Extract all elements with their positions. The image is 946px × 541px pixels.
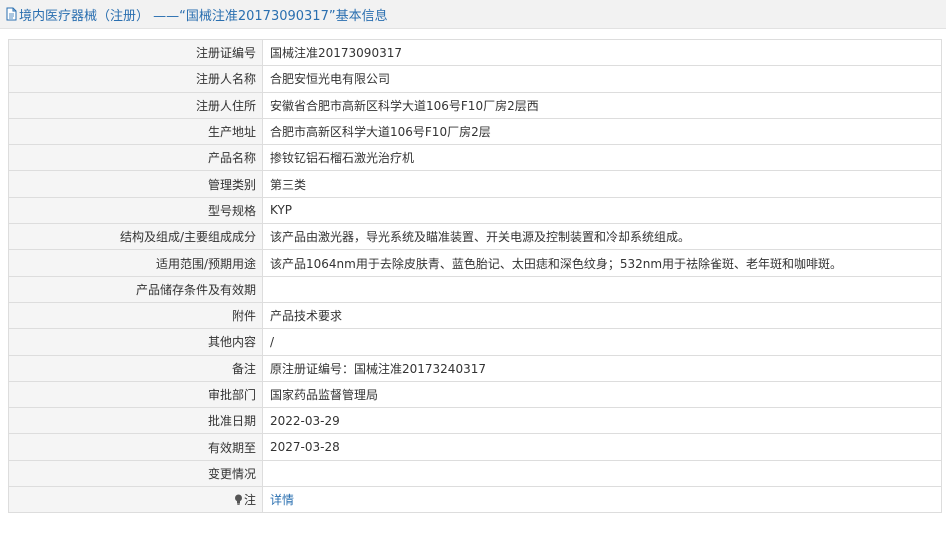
field-value: 合肥市高新区科学大道106号F10厂房2层 [262, 117, 942, 146]
field-label: 注册人名称 [8, 65, 263, 93]
field-label: 适用范围/预期用途 [8, 249, 263, 277]
field-label: 产品储存条件及有效期 [8, 275, 263, 303]
field-value: 安徽省合肥市高新区科学大道106号F10厂房2层西 [262, 91, 942, 119]
field-label: 有效期至 [8, 433, 263, 461]
table-row: 型号规格 KYP [8, 196, 942, 225]
field-label: 备注 [8, 354, 263, 382]
document-icon [6, 7, 17, 21]
table-row: 产品储存条件及有效期 [8, 275, 942, 303]
field-value: 原注册证编号：国械注准20173240317 [262, 354, 942, 382]
table-row: 有效期至 2027-03-28 [8, 433, 942, 461]
field-value: 该产品1064nm用于去除皮肤青、蓝色胎记、太田痣和深色纹身；532nm用于祛除… [262, 249, 942, 277]
field-label: 批准日期 [8, 407, 263, 435]
table-row: 批准日期 2022-03-29 [8, 407, 942, 435]
field-label: 附件 [8, 301, 263, 330]
field-value [262, 275, 942, 303]
table-row: 审批部门 国家药品监督管理局 [8, 380, 942, 409]
note-label-cell: 注 [8, 486, 263, 514]
field-label: 变更情况 [8, 459, 263, 488]
table-row: 备注 原注册证编号：国械注准20173240317 [8, 354, 942, 382]
field-value: 第三类 [262, 170, 942, 198]
field-value: KYP [262, 196, 942, 225]
field-value: 合肥安恒光电有限公司 [262, 65, 942, 93]
details-link[interactable]: 详情 [270, 493, 294, 507]
table-row: 产品名称 掺钕钇铝石榴石激光治疗机 [8, 144, 942, 172]
table-row: 其他内容 / [8, 328, 942, 356]
field-label: 型号规格 [8, 196, 263, 225]
note-label: 注 [243, 493, 256, 508]
page-title: 境内医疗器械（注册） ——“国械注准20173090317”基本信息 [19, 8, 388, 24]
field-value: 国械注准20173090317 [262, 38, 942, 67]
table-row: 生产地址 合肥市高新区科学大道106号F10厂房2层 [8, 117, 942, 146]
note-row: 注 详情 [8, 486, 942, 514]
field-label: 结构及组成/主要组成成分 [8, 223, 263, 251]
table-row: 注册人住所 安徽省合肥市高新区科学大道106号F10厂房2层西 [8, 91, 942, 119]
field-value: 掺钕钇铝石榴石激光治疗机 [262, 144, 942, 172]
table-row: 附件 产品技术要求 [8, 301, 942, 330]
field-value [262, 459, 942, 488]
field-label: 管理类别 [8, 170, 263, 198]
field-value: 2022-03-29 [262, 407, 942, 435]
note-value-cell: 详情 [262, 486, 942, 514]
field-value: 产品技术要求 [262, 301, 942, 330]
table-row: 注册人名称 合肥安恒光电有限公司 [8, 65, 942, 93]
field-label: 其他内容 [8, 328, 263, 356]
field-label: 生产地址 [8, 117, 263, 146]
field-label: 审批部门 [8, 380, 263, 409]
table-row: 注册证编号 国械注准20173090317 [8, 38, 942, 67]
field-value: 该产品由激光器，导光系统及瞄准装置、开关电源及控制装置和冷却系统组成。 [262, 223, 942, 251]
table-row: 结构及组成/主要组成成分 该产品由激光器，导光系统及瞄准装置、开关电源及控制装置… [8, 223, 942, 251]
info-table: 注册证编号 国械注准20173090317 注册人名称 合肥安恒光电有限公司 注… [8, 38, 942, 514]
field-label: 注册人住所 [8, 91, 263, 119]
field-value: 2027-03-28 [262, 433, 942, 461]
field-label: 注册证编号 [8, 38, 263, 67]
table-row: 变更情况 [8, 459, 942, 488]
table-row: 适用范围/预期用途 该产品1064nm用于去除皮肤青、蓝色胎记、太田痣和深色纹身… [8, 249, 942, 277]
field-label: 产品名称 [8, 144, 263, 172]
field-value: 国家药品监督管理局 [262, 380, 942, 409]
table-row: 管理类别 第三类 [8, 170, 942, 198]
page-header: 境内医疗器械（注册） ——“国械注准20173090317”基本信息 [0, 0, 946, 29]
field-value: / [262, 328, 942, 356]
lightbulb-icon [234, 494, 243, 505]
